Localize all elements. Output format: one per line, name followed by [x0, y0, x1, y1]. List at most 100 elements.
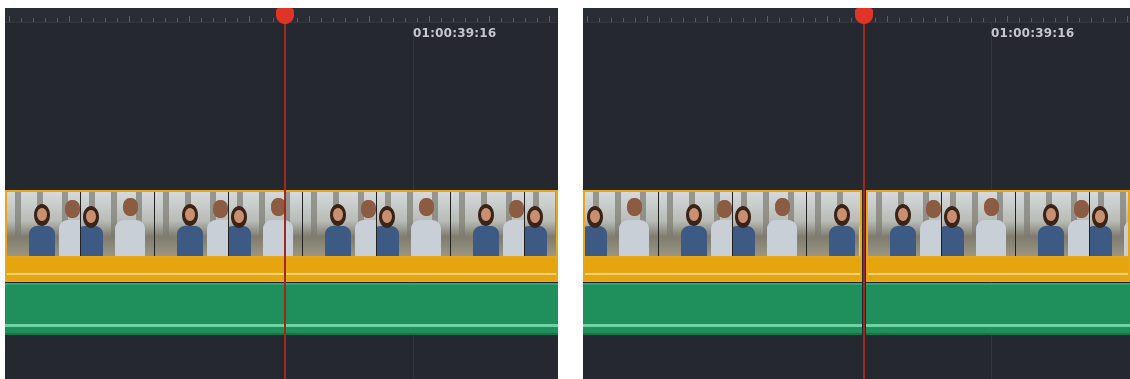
audio-waveform — [585, 273, 860, 275]
timecode-label: 01:00:39:16 — [991, 26, 1075, 40]
ruler-tick — [477, 18, 478, 22]
ruler-tick — [489, 16, 490, 22]
ruler-tick — [225, 18, 226, 22]
clip-thumbnail — [585, 192, 659, 256]
ruler-tick — [141, 18, 142, 22]
audio-waveform — [868, 273, 1128, 275]
ruler-tick — [1127, 16, 1128, 22]
ruler-tick — [1115, 18, 1116, 22]
clip-thumbnail — [155, 192, 229, 256]
audio-waveform — [583, 324, 862, 327]
clip-thumbnail — [451, 192, 525, 256]
ruler-tick — [117, 18, 118, 22]
timecode-label: 01:00:39:16 — [413, 26, 497, 40]
ruler-tick — [417, 18, 418, 22]
linked-audio-clip-right-part[interactable] — [866, 258, 1130, 282]
audio-waveform — [7, 273, 556, 275]
clip-thumbnail — [1090, 192, 1128, 256]
ruler-tick — [935, 18, 936, 22]
ruler-tick — [405, 18, 406, 22]
ruler-tick — [249, 16, 250, 22]
ruler-tick — [213, 18, 214, 22]
video-clip[interactable] — [5, 190, 558, 258]
ruler-tick — [1043, 18, 1044, 22]
timeline-panel-after: 01:00:39:16 — [583, 8, 1130, 379]
clip-thumbnails — [7, 192, 556, 256]
ruler-tick — [1091, 18, 1092, 22]
ruler-tick — [875, 18, 876, 22]
ruler-tick — [635, 18, 636, 22]
ruler-tick — [549, 16, 550, 22]
ruler-tick — [983, 18, 984, 22]
ruler-tick — [743, 18, 744, 22]
ruler-tick — [599, 18, 600, 22]
ruler-tick — [779, 18, 780, 22]
ruler-tick — [947, 16, 948, 22]
ruler-tick — [45, 18, 46, 22]
ruler-tick — [647, 16, 648, 22]
ruler-tick — [695, 18, 696, 22]
ruler-tick — [911, 18, 912, 22]
ruler-tick — [731, 18, 732, 22]
ruler-tick — [93, 18, 94, 22]
ruler-tick — [1007, 16, 1008, 22]
audio-track-clip-right-part[interactable] — [866, 283, 1130, 335]
ruler-tick — [381, 18, 382, 22]
playhead-line[interactable] — [863, 8, 865, 379]
ruler-tick — [587, 16, 588, 22]
ruler-tick — [719, 18, 720, 22]
ruler-tick — [369, 16, 370, 22]
clip-thumbnail — [303, 192, 377, 256]
clip-thumbnail — [868, 192, 942, 256]
ruler-tick — [261, 18, 262, 22]
ruler-tick — [513, 18, 514, 22]
audio-track-clip[interactable] — [5, 283, 558, 335]
ruler-tick — [839, 18, 840, 22]
clip-thumbnail — [1016, 192, 1090, 256]
ruler-tick — [1103, 18, 1104, 22]
ruler-tick — [707, 16, 708, 22]
ruler-tick — [345, 18, 346, 22]
audio-waveform — [5, 324, 558, 327]
clip-thumbnail — [7, 192, 81, 256]
clip-thumbnail — [81, 192, 155, 256]
ruler-tick — [153, 18, 154, 22]
ruler-tick — [623, 18, 624, 22]
ruler-tick — [611, 18, 612, 22]
ruler-tick — [851, 18, 852, 22]
ruler-tick — [297, 18, 298, 22]
ruler-tick — [815, 18, 816, 22]
ruler-tick — [791, 18, 792, 22]
video-clip-right-part[interactable] — [866, 190, 1130, 258]
linked-audio-clip[interactable] — [5, 258, 558, 282]
ruler-tick — [105, 18, 106, 22]
ruler-tick — [393, 18, 394, 22]
ruler-tick — [887, 16, 888, 22]
audio-track-clip-left-part[interactable] — [583, 283, 862, 335]
ruler-tick — [923, 18, 924, 22]
ruler-tick — [9, 16, 10, 22]
video-clip-left-part[interactable] — [583, 190, 862, 258]
playhead-line[interactable] — [284, 8, 286, 379]
ruler-tick — [525, 18, 526, 22]
ruler-tick — [1067, 16, 1068, 22]
ruler-tick — [321, 18, 322, 22]
ruler-tick — [1019, 18, 1020, 22]
timeline-panel-before: 01:00:39:16 — [5, 8, 558, 379]
ruler-tick — [201, 18, 202, 22]
ruler-tick — [803, 18, 804, 22]
ruler-tick — [537, 18, 538, 22]
ruler-tick — [1055, 18, 1056, 22]
ruler-tick — [57, 18, 58, 22]
ruler-tick — [177, 18, 178, 22]
ruler-tick — [165, 18, 166, 22]
linked-audio-clip-left-part[interactable] — [583, 258, 862, 282]
ruler-tick — [899, 18, 900, 22]
ruler-tick — [189, 16, 190, 22]
ruler-tick — [767, 16, 768, 22]
ruler-tick — [81, 18, 82, 22]
ruler-tick — [33, 18, 34, 22]
clip-thumbnail — [807, 192, 860, 256]
ruler-tick — [501, 18, 502, 22]
ruler-tick — [357, 18, 358, 22]
